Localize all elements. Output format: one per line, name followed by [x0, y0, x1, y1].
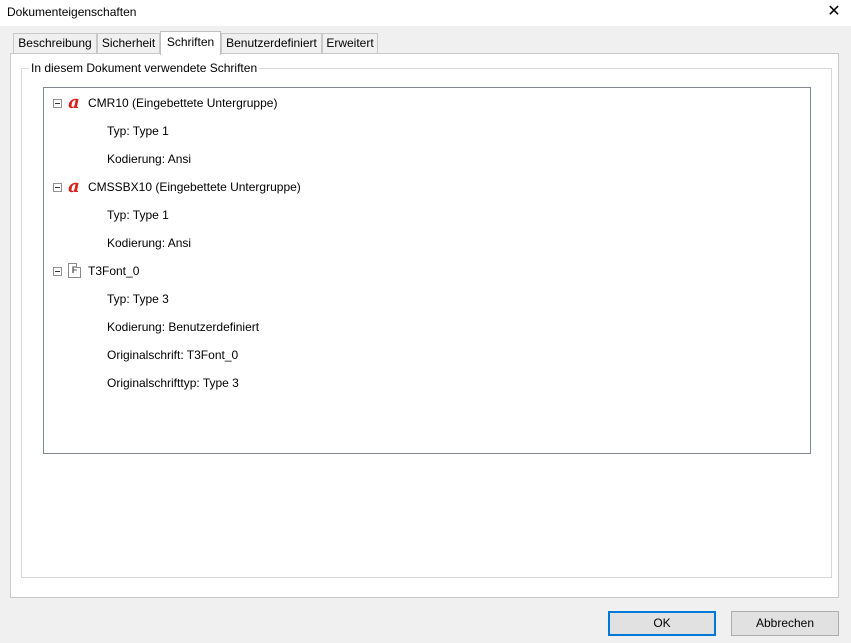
acrobat-font-icon: a — [68, 176, 80, 197]
tab-benutzerdefiniert[interactable]: Benutzerdefiniert — [221, 33, 322, 53]
tab-sicherheit[interactable]: Sicherheit — [97, 33, 160, 53]
tree-item-detail[interactable]: Originalschrifttyp: Type 3 — [107, 373, 239, 393]
window-title: Dokumenteigenschaften — [7, 5, 137, 19]
tree-item-font[interactable]: CMR10 (Eingebettete Untergruppe) — [88, 93, 277, 113]
fonts-groupbox: In diesem Dokument verwendete Schriften … — [21, 61, 832, 578]
tree-item-font[interactable]: CMSSBX10 (Eingebettete Untergruppe) — [88, 177, 301, 197]
collapse-toggle-icon[interactable] — [53, 99, 62, 108]
tree-item-detail[interactable]: Kodierung: Benutzerdefiniert — [107, 317, 259, 337]
collapse-toggle-icon[interactable] — [53, 183, 62, 192]
tree-item-detail[interactable]: Typ: Type 3 — [107, 289, 169, 309]
tab-erweitert[interactable]: Erweitert — [322, 33, 378, 53]
type3-font-icon: F — [68, 263, 81, 278]
tree-item-detail[interactable]: Typ: Type 1 — [107, 121, 169, 141]
tree-item-detail[interactable]: Originalschrift: T3Font_0 — [107, 345, 238, 365]
tree-item-detail[interactable]: Kodierung: Ansi — [107, 149, 191, 169]
tab-beschreibung[interactable]: Beschreibung — [13, 33, 97, 53]
tree-item-detail[interactable]: Typ: Type 1 — [107, 205, 169, 225]
fonts-tree[interactable]: a CMR10 (Eingebettete Untergruppe) Typ: … — [43, 87, 811, 454]
ok-button[interactable]: OK — [608, 611, 716, 636]
collapse-toggle-icon[interactable] — [53, 267, 62, 276]
tab-schriften[interactable]: Schriften — [160, 31, 221, 55]
cancel-button[interactable]: Abbrechen — [731, 611, 839, 636]
tree-item-font[interactable]: T3Font_0 — [88, 261, 139, 281]
fonts-group-label: In diesem Dokument verwendete Schriften — [29, 61, 260, 75]
tree-item-detail[interactable]: Kodierung: Ansi — [107, 233, 191, 253]
acrobat-font-icon: a — [68, 92, 80, 113]
title-bar: Dokumenteigenschaften ✕ — [0, 0, 851, 26]
close-icon[interactable]: ✕ — [817, 0, 851, 26]
tab-panel-schriften: In diesem Dokument verwendete Schriften … — [10, 53, 839, 598]
